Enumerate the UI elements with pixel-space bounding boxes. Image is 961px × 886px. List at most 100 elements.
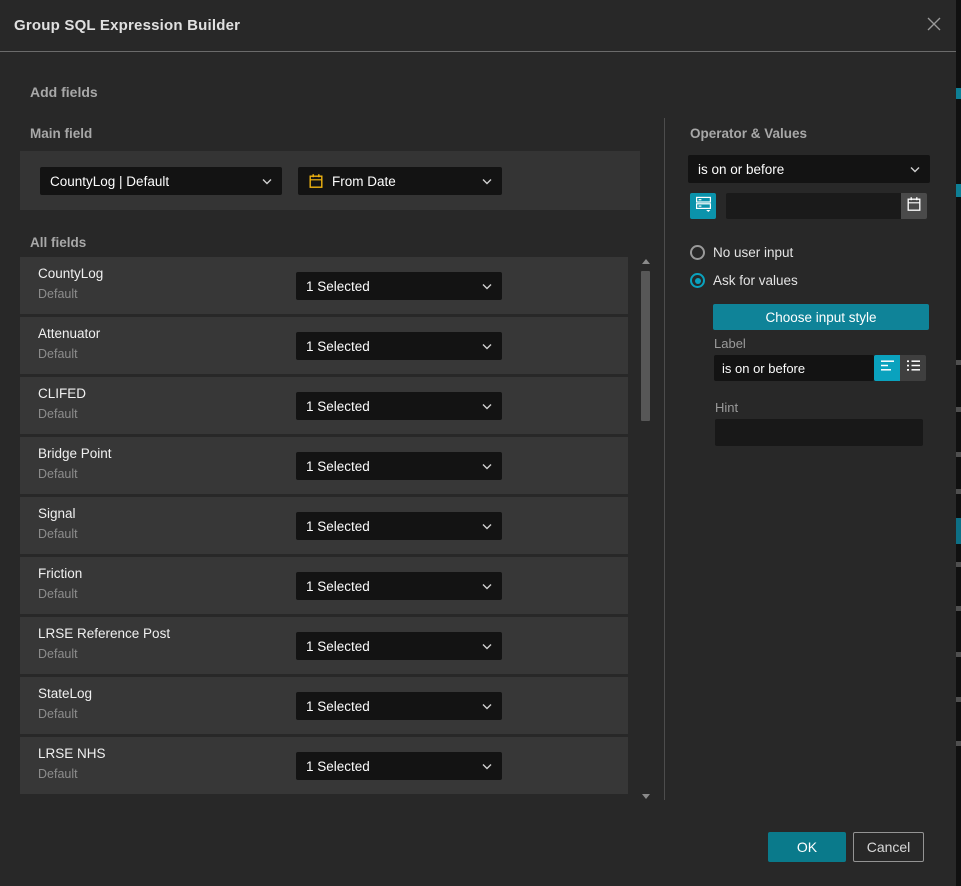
field-name: Attenuator: [38, 326, 100, 341]
field-row: CountyLog Default 1 Selected: [20, 257, 628, 314]
field-selection-value: 1 Selected: [306, 399, 476, 414]
operator-select-value: is on or before: [698, 162, 904, 177]
radio-no-user-input-label: No user input: [713, 245, 793, 260]
field-selection-select[interactable]: 1 Selected: [296, 752, 502, 780]
field-name: LRSE Reference Post: [38, 626, 170, 641]
field-row: Signal Default 1 Selected: [20, 497, 628, 554]
field-selection-select[interactable]: 1 Selected: [296, 332, 502, 360]
chevron-down-icon: [482, 178, 492, 185]
field-selection-select[interactable]: 1 Selected: [296, 272, 502, 300]
field-sublabel: Default: [38, 407, 78, 421]
close-icon: [925, 15, 943, 38]
main-field-select[interactable]: From Date: [298, 167, 502, 195]
field-sublabel: Default: [38, 287, 78, 301]
field-name: LRSE NHS: [38, 746, 106, 761]
operator-select[interactable]: is on or before: [688, 155, 930, 183]
field-selection-select[interactable]: 1 Selected: [296, 512, 502, 540]
field-selection-value: 1 Selected: [306, 339, 476, 354]
hint-field-label: Hint: [715, 400, 738, 415]
date-value-input[interactable]: [726, 193, 901, 219]
panel-divider: [664, 118, 665, 800]
radio-no-user-input[interactable]: No user input: [690, 245, 793, 260]
field-sublabel: Default: [38, 527, 78, 541]
cancel-button[interactable]: Cancel: [853, 832, 924, 862]
field-selection-select[interactable]: 1 Selected: [296, 452, 502, 480]
operator-values-heading: Operator & Values: [690, 126, 807, 141]
radio-ask-for-values[interactable]: Ask for values: [690, 273, 798, 288]
field-row: LRSE NHS Default 1 Selected: [20, 737, 628, 794]
field-sublabel: Default: [38, 587, 78, 601]
chevron-down-icon: [482, 283, 492, 290]
chevron-down-icon: [262, 178, 272, 185]
background-app-edge: [956, 0, 961, 886]
field-name: CountyLog: [38, 266, 103, 281]
dialog-title: Group SQL Expression Builder: [14, 0, 240, 52]
field-name: Bridge Point: [38, 446, 112, 461]
radio-ask-for-values-label: Ask for values: [713, 273, 798, 288]
input-type-picker-button[interactable]: [690, 193, 716, 219]
field-selection-value: 1 Selected: [306, 699, 476, 714]
field-row: Bridge Point Default 1 Selected: [20, 437, 628, 494]
field-selection-value: 1 Selected: [306, 459, 476, 474]
field-selection-select[interactable]: 1 Selected: [296, 392, 502, 420]
chevron-down-icon: [482, 763, 492, 770]
main-layer-select[interactable]: CountyLog | Default: [40, 167, 282, 195]
field-sublabel: Default: [38, 707, 78, 721]
list-input-style-toggle[interactable]: [900, 355, 926, 381]
ok-button[interactable]: OK: [768, 832, 846, 862]
field-selection-value: 1 Selected: [306, 579, 476, 594]
dialog-header: Group SQL Expression Builder: [0, 0, 956, 52]
main-field-label: Main field: [30, 126, 92, 141]
calendar-picker-icon: [906, 196, 922, 217]
all-fields-list: CountyLog Default 1 Selected Attenuator …: [20, 257, 628, 797]
add-fields-heading: Add fields: [30, 84, 98, 100]
choose-input-style-button[interactable]: Choose input style: [713, 304, 929, 330]
field-row: Friction Default 1 Selected: [20, 557, 628, 614]
field-selection-value: 1 Selected: [306, 279, 476, 294]
field-row: StateLog Default 1 Selected: [20, 677, 628, 734]
chevron-down-icon: [482, 343, 492, 350]
field-sublabel: Default: [38, 647, 78, 661]
label-input[interactable]: [714, 355, 874, 381]
field-name: CLIFED: [38, 386, 86, 401]
field-selection-select[interactable]: 1 Selected: [296, 632, 502, 660]
chevron-down-icon: [482, 703, 492, 710]
field-name: Friction: [38, 566, 82, 581]
scrollbar-thumb[interactable]: [641, 271, 650, 421]
main-layer-select-value: CountyLog | Default: [50, 174, 256, 189]
field-row: Attenuator Default 1 Selected: [20, 317, 628, 374]
main-field-select-value: From Date: [332, 174, 476, 189]
field-name: Signal: [38, 506, 76, 521]
field-sublabel: Default: [38, 467, 78, 481]
chevron-down-icon: [482, 583, 492, 590]
field-selection-select[interactable]: 1 Selected: [296, 692, 502, 720]
chevron-down-icon: [910, 166, 920, 173]
field-selection-value: 1 Selected: [306, 759, 476, 774]
chevron-down-icon: [482, 523, 492, 530]
list-input-style-icon: [906, 359, 921, 377]
field-selection-value: 1 Selected: [306, 519, 476, 534]
field-selection-select[interactable]: 1 Selected: [296, 572, 502, 600]
chevron-down-icon: [482, 463, 492, 470]
all-fields-label: All fields: [30, 235, 86, 250]
field-sublabel: Default: [38, 767, 78, 781]
close-button[interactable]: [924, 16, 944, 36]
chevron-down-icon: [482, 403, 492, 410]
label-field-label: Label: [714, 336, 746, 351]
field-row: CLIFED Default 1 Selected: [20, 377, 628, 434]
field-row: LRSE Reference Post Default 1 Selected: [20, 617, 628, 674]
hint-input[interactable]: [715, 419, 923, 446]
date-picker-button[interactable]: [901, 193, 927, 219]
scrollbar-down-icon[interactable]: [641, 792, 650, 800]
chevron-down-icon: [482, 643, 492, 650]
calendar-icon: [308, 173, 324, 189]
main-field-panel: CountyLog | Default From Date: [20, 151, 640, 210]
field-name: StateLog: [38, 686, 92, 701]
scrollbar-up-icon[interactable]: [641, 257, 650, 265]
fields-scrollbar[interactable]: [641, 257, 650, 800]
text-input-style-toggle[interactable]: [874, 355, 900, 381]
text-input-style-icon: [880, 359, 895, 377]
field-selection-value: 1 Selected: [306, 639, 476, 654]
input-type-picker-icon: [695, 195, 712, 217]
field-sublabel: Default: [38, 347, 78, 361]
